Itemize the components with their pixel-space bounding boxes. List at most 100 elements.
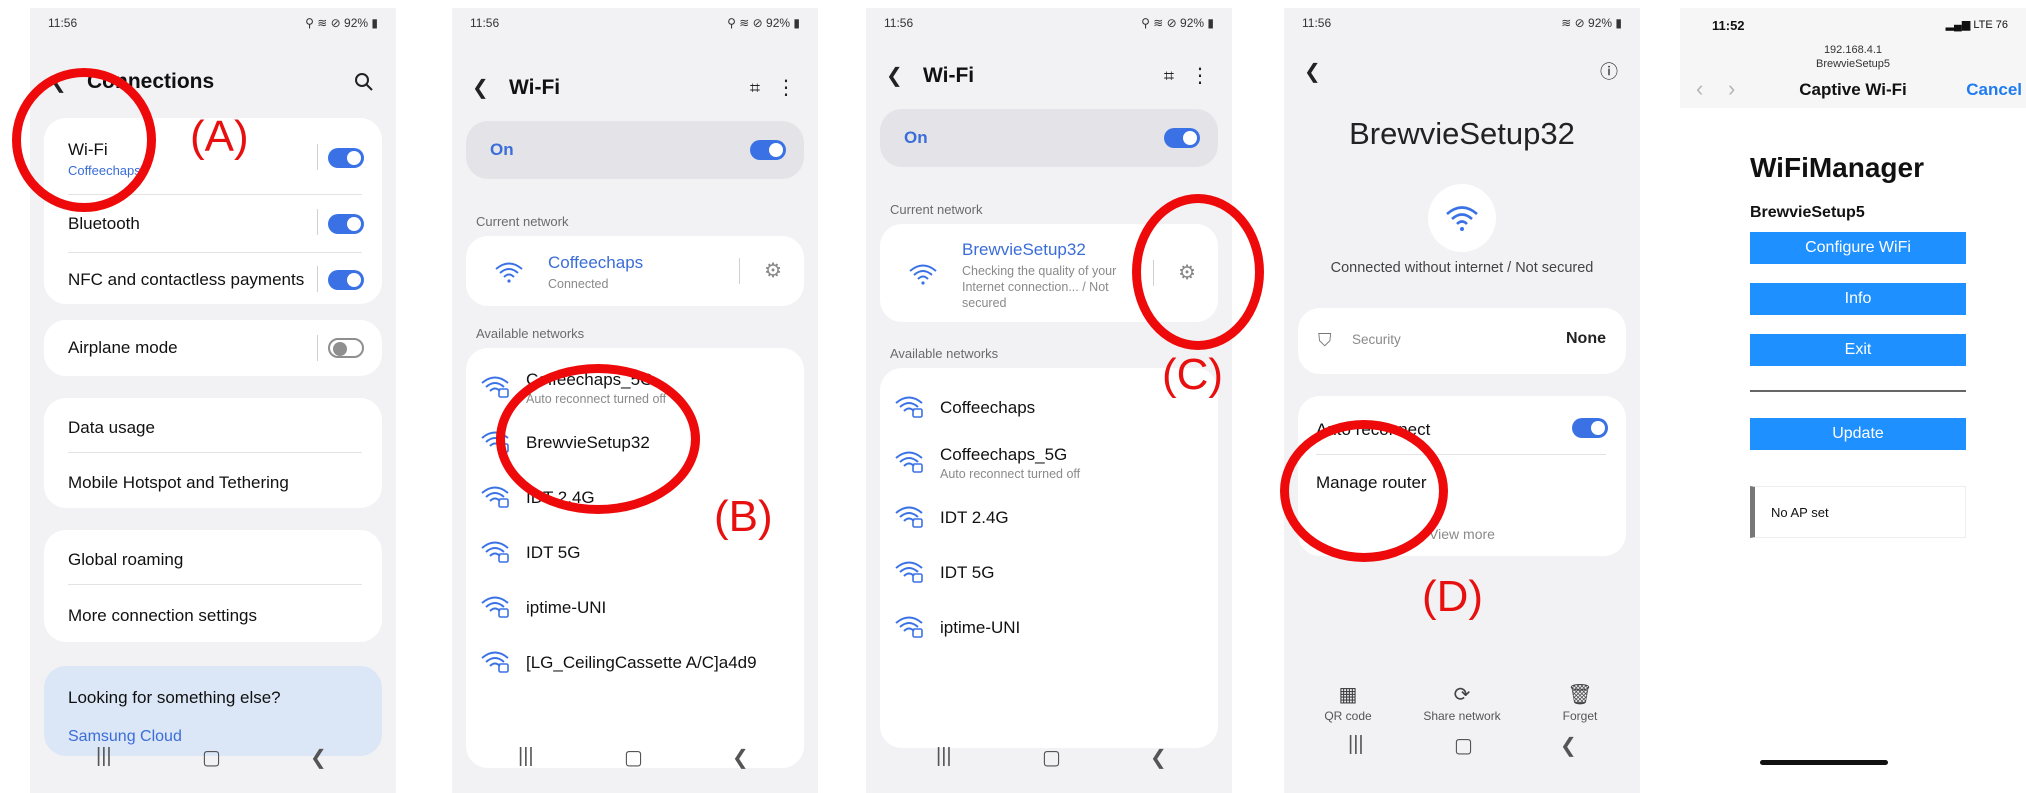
info-button[interactable]: Info	[1750, 283, 1966, 315]
back-nav-icon[interactable]: ❮	[1560, 733, 1577, 758]
annotation-circle-d	[1280, 420, 1448, 562]
status-time: 11:56	[884, 16, 914, 30]
network-item[interactable]: [LG_CeilingCassette A/C]a4d9	[466, 635, 804, 691]
current-network-card[interactable]: Coffeechaps Connected ⚙	[466, 236, 804, 306]
network-item[interactable]: iptime-UNI	[880, 600, 1218, 656]
nfc-label: NFC and contactless payments	[68, 270, 305, 289]
bluetooth-row[interactable]: Bluetooth	[68, 214, 364, 234]
network-item[interactable]: IDT 5G	[880, 545, 1218, 601]
network-item[interactable]: IDT 2.4G	[880, 490, 1218, 546]
home-icon[interactable]: ▢	[1042, 745, 1061, 770]
qr-scan-icon[interactable]: ⌗	[750, 78, 760, 98]
airplane-card: Airplane mode	[44, 320, 382, 376]
trash-icon: 🗑	[1567, 684, 1593, 706]
current-network-label: Current network	[476, 214, 569, 229]
forget-button[interactable]: 🗑 Forget	[1540, 682, 1620, 723]
search-icon[interactable]	[354, 72, 374, 96]
forget-label: Forget	[1562, 709, 1598, 723]
available-networks-label: Available networks	[890, 346, 999, 361]
more-settings-row[interactable]: More connection settings	[68, 606, 364, 626]
bluetooth-toggle[interactable]	[328, 214, 364, 234]
exit-button[interactable]: Exit	[1750, 334, 1966, 366]
airplane-label: Airplane mode	[68, 338, 178, 357]
nfc-row[interactable]: NFC and contactless payments	[68, 270, 364, 290]
annotation-label-b: (B)	[714, 492, 773, 541]
recents-icon[interactable]: |||	[936, 745, 952, 768]
airplane-toggle[interactable]	[328, 338, 364, 358]
status-time: 11:56	[470, 16, 500, 30]
share-network-button[interactable]: ⟳ Share network	[1412, 682, 1512, 723]
home-indicator[interactable]	[1760, 760, 1888, 765]
divider-bar	[317, 209, 318, 235]
more-options-icon[interactable]: ⋮	[776, 78, 796, 98]
data-usage-row[interactable]: Data usage	[68, 418, 364, 438]
network-name: iptime-UNI	[526, 598, 607, 617]
divider-bar	[317, 144, 318, 170]
airplane-row[interactable]: Airplane mode	[68, 338, 364, 358]
back-icon[interactable]: ❮	[472, 78, 489, 98]
qr-code-label: QR code	[1324, 709, 1372, 723]
recents-icon[interactable]: |||	[96, 745, 112, 768]
qr-code-button[interactable]: ▦ QR code	[1308, 682, 1388, 723]
current-network-name: BrewvieSetup32	[962, 240, 1086, 259]
home-icon[interactable]: ▢	[624, 745, 643, 770]
network-item[interactable]: Coffeechaps_5G Auto reconnect turned off	[880, 435, 1218, 491]
back-icon[interactable]: ❮	[1304, 62, 1321, 82]
cancel-button[interactable]: Cancel	[1966, 80, 2022, 100]
looking-row: Looking for something else?	[68, 688, 364, 708]
configure-wifi-button[interactable]: Configure WiFi	[1750, 232, 1966, 264]
back-nav-icon[interactable]: ❮	[1150, 745, 1167, 770]
home-icon[interactable]: ▢	[1454, 733, 1473, 758]
wifi-lock-icon	[895, 616, 923, 638]
security-value: None	[1566, 330, 1606, 347]
separator	[1750, 390, 1966, 392]
nfc-toggle[interactable]	[328, 270, 364, 290]
status-time: 11:56	[48, 16, 78, 30]
wifi-lock-icon	[481, 486, 509, 508]
connections-group-2: Data usage Mobile Hotspot and Tethering	[44, 398, 382, 508]
wifi-toggle[interactable]	[328, 148, 364, 168]
info-icon[interactable]: ⓘ	[1600, 62, 1618, 82]
current-network-label: Current network	[890, 202, 983, 217]
back-nav-icon[interactable]: ❮	[310, 745, 327, 770]
divider-bar	[317, 266, 318, 292]
samsung-cloud-link[interactable]: Samsung Cloud	[68, 728, 364, 746]
share-icon: ⟳	[1453, 684, 1471, 706]
wifi-master-toggle[interactable]	[750, 140, 786, 160]
wifi-master-toggle[interactable]	[1164, 128, 1200, 148]
hotspot-row[interactable]: Mobile Hotspot and Tethering	[68, 473, 364, 493]
screen-wifi-brewvie: 11:56 ⚲ ≋ ⊘ 92% ▮ ❮ Wi-Fi ⌗ ⋮ On Current…	[866, 8, 1232, 793]
wifi-lock-icon	[481, 376, 509, 398]
back-nav-icon[interactable]: ❮	[732, 745, 749, 770]
back-icon[interactable]: ❮	[886, 66, 903, 86]
more-options-icon[interactable]: ⋮	[1190, 66, 1210, 86]
roaming-row[interactable]: Global roaming	[68, 550, 364, 570]
network-status: Auto reconnect turned off	[940, 467, 1081, 481]
status-battery: ⚲ ≋ ⊘ 92% ▮	[1141, 16, 1214, 30]
page-title: Wi-Fi	[509, 76, 561, 99]
recents-icon[interactable]: |||	[1348, 733, 1364, 756]
nav-bar: ||| ▢ ❮	[1284, 733, 1640, 757]
network-item[interactable]: iptime-UNI	[466, 580, 804, 636]
screen-captive-portal: 11:52 ▂▄▆ LTE 76 192.168.4.1 BrewvieSetu…	[1680, 8, 2026, 793]
home-icon[interactable]: ▢	[202, 745, 221, 770]
wifi-lock-icon	[481, 596, 509, 618]
wifi-lock-icon	[895, 561, 923, 583]
shield-icon: ⛉	[1318, 330, 1332, 350]
wifi-on-label: On	[490, 140, 514, 159]
status-battery: ≋ ⊘ 92% ▮	[1561, 16, 1622, 30]
network-settings-icon[interactable]: ⚙	[764, 258, 782, 283]
update-button[interactable]: Update	[1750, 418, 1966, 450]
roaming-label: Global roaming	[68, 550, 184, 569]
wifi-on-label: On	[904, 128, 928, 147]
security-card: ⛉ Security None	[1298, 308, 1626, 374]
auto-reconnect-toggle[interactable]	[1572, 418, 1608, 438]
qr-scan-icon[interactable]: ⌗	[1164, 66, 1174, 86]
share-label: Share network	[1423, 709, 1501, 723]
status-bar: 11:56 ⚲ ≋ ⊘ 92% ▮	[884, 16, 1214, 34]
recents-icon[interactable]: |||	[518, 745, 534, 768]
url-ip: 192.168.4.1	[1823, 44, 1883, 56]
annotation-circle-b	[496, 364, 700, 514]
wifi-lock-icon	[895, 451, 923, 473]
divider	[68, 452, 362, 453]
